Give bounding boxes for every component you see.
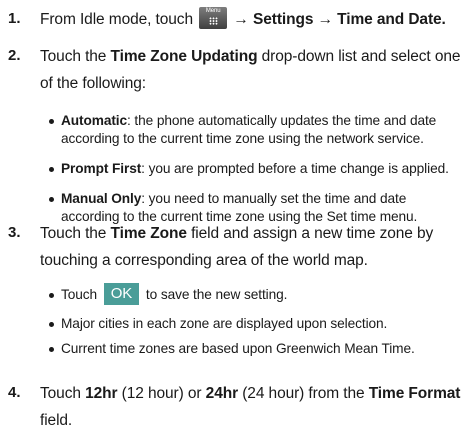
step-number: 1. — [8, 10, 21, 27]
step-text: Touch the Time Zone Updating drop-down l… — [40, 48, 461, 92]
bullet-dot — [49, 197, 54, 202]
step-text: From Idle mode, touch Menu → Settings → … — [40, 6, 446, 29]
bullet-dot — [49, 347, 54, 352]
field-name: Time Format — [368, 385, 461, 402]
bullet-dot — [49, 293, 54, 298]
step-number: 4. — [8, 384, 21, 401]
bullet-dot — [49, 322, 54, 327]
field-name: Time Zone Updating — [110, 48, 258, 65]
step-number: 3. — [8, 224, 21, 241]
step-text: Touch 12hr (12 hour) or 24hr (24 hour) f… — [40, 385, 461, 429]
bullet-dot — [49, 167, 54, 172]
step-text: Touch the Time Zone field and assign a n… — [40, 225, 434, 269]
menu-key-icon: Menu — [199, 6, 228, 29]
menu-path: → Settings → Time and Date. — [233, 11, 446, 28]
step-number: 2. — [8, 47, 21, 64]
ok-button-icon: OK — [103, 283, 140, 305]
instruction-page: 1. From Idle mode, touch Menu → Settings… — [0, 0, 472, 445]
field-name: Time Zone — [110, 225, 187, 242]
bullet-dot — [49, 119, 54, 124]
